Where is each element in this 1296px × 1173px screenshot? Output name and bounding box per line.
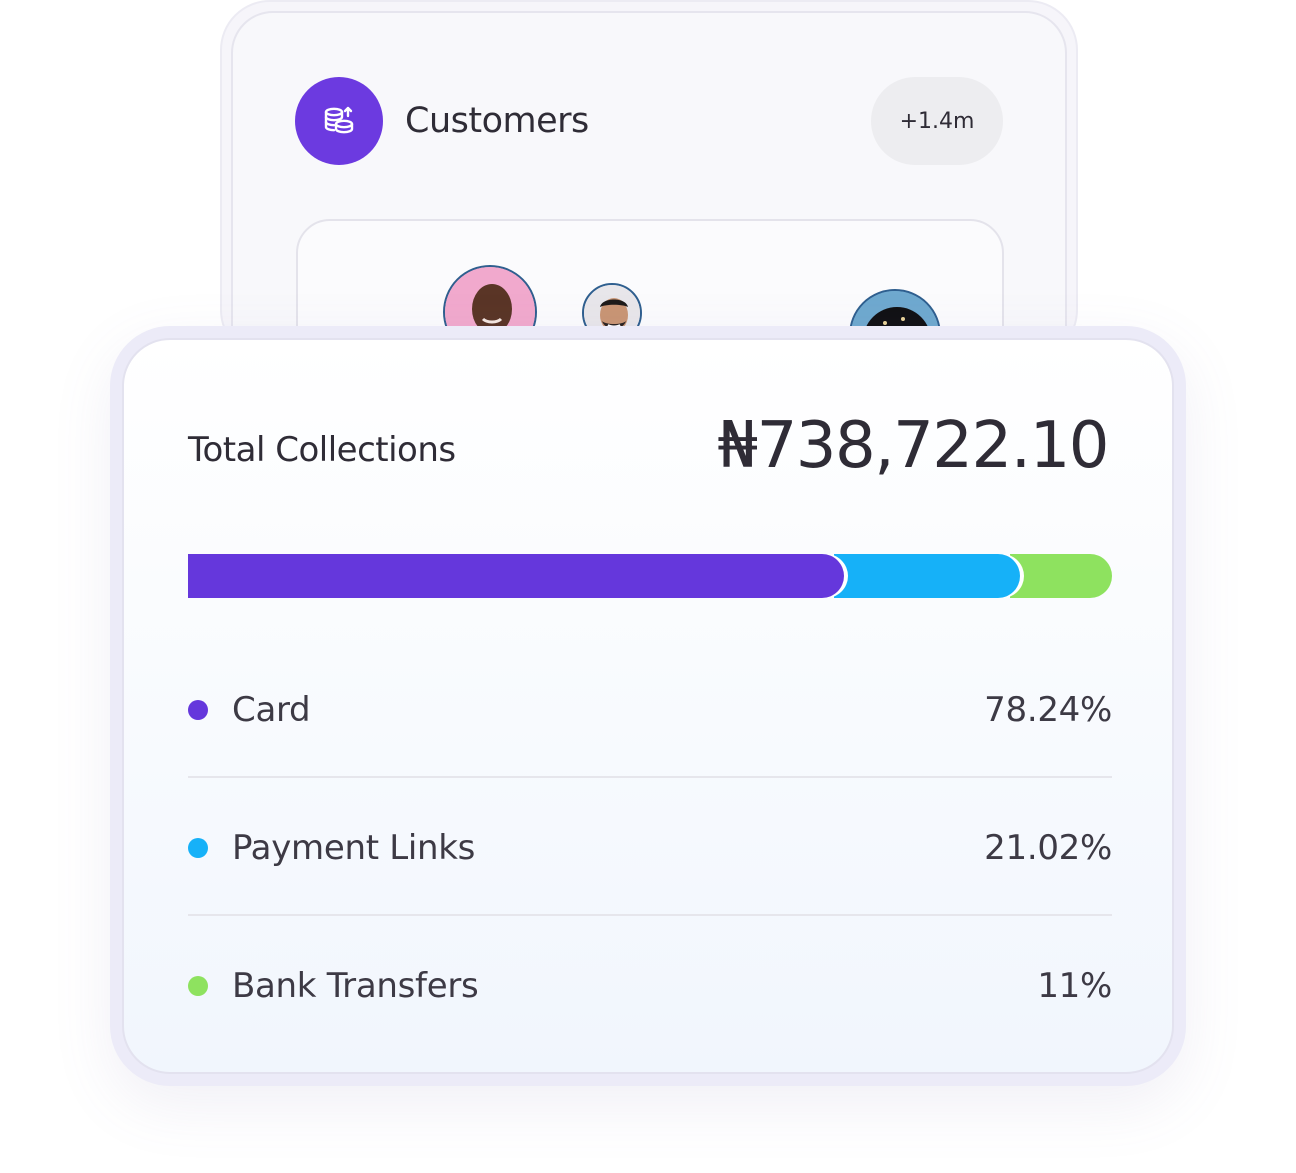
breakdown-name: Bank Transfers [232,966,479,1006]
collections-stacked-bar [188,554,1112,598]
total-collections-label: Total Collections [188,430,456,470]
breakdown-percent: 11% [1037,966,1112,1006]
breakdown-row-card: Card 78.24% [188,680,1112,740]
breakdown-name: Card [232,690,311,730]
breakdown-row-payment-links: Payment Links 21.02% [188,818,1112,878]
divider [188,914,1112,916]
customers-title: Customers [405,101,589,141]
bar-segment-payment-links [834,554,1020,598]
divider [188,776,1112,778]
bank-transfers-color-dot [188,976,208,996]
card-color-dot [188,700,208,720]
bar-segment-card [188,554,844,598]
coins-stack-icon [295,77,383,165]
payment-links-color-dot [188,838,208,858]
breakdown-row-bank-transfers: Bank Transfers 11% [188,956,1112,1016]
customers-card: Customers +1.4m [231,11,1067,371]
breakdown-percent: 21.02% [984,828,1112,868]
breakdown-name: Payment Links [232,828,476,868]
breakdown-percent: 78.24% [984,690,1112,730]
customers-count-badge: +1.4m [871,77,1003,165]
collections-card: Total Collections ₦738,722.10 Card 78.24… [122,338,1174,1074]
total-collections-amount: ₦738,722.10 [717,409,1109,483]
bar-segment-bank-transfers [1010,554,1112,598]
